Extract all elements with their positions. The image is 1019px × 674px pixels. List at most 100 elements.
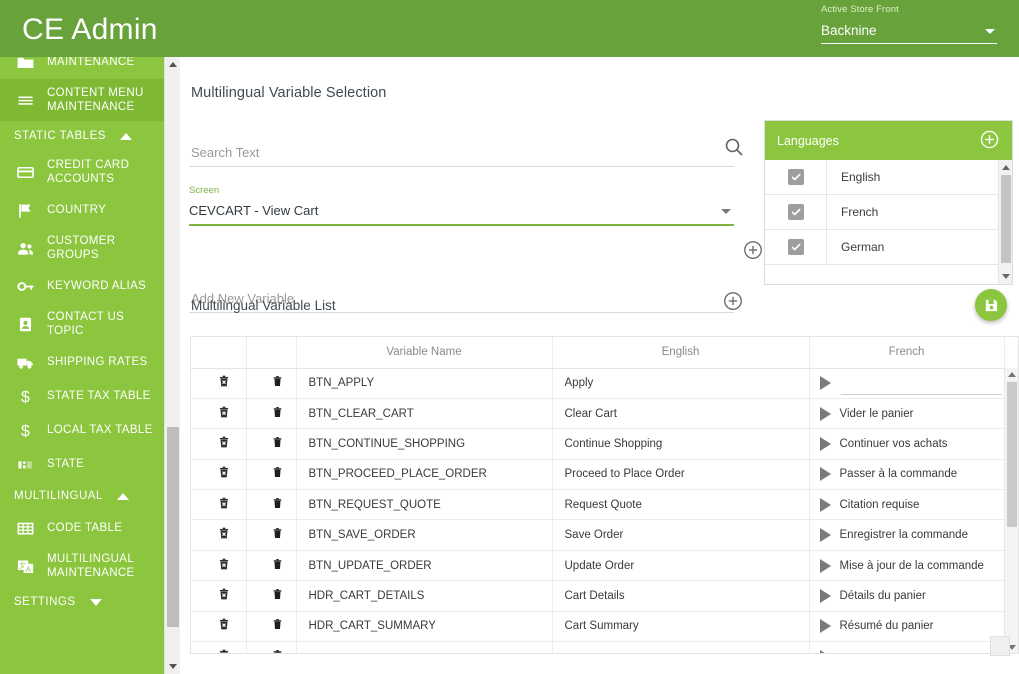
trash-clear-icon[interactable] <box>217 404 231 421</box>
french-value-cell[interactable] <box>809 641 1005 653</box>
table-row[interactable]: BTN_UPDATE_ORDER Update Order Mise à jour … <box>191 550 1005 582</box>
play-triangle-icon[interactable] <box>819 436 831 451</box>
active-store-front-control[interactable]: Active Store Front Backnine <box>821 4 997 44</box>
french-value-cell[interactable]: Enregistrer la commande <box>809 519 1005 551</box>
trash-icon[interactable] <box>271 434 284 451</box>
french-value-cell[interactable]: Continuer vos achats <box>809 428 1005 460</box>
sidebar-scrollbar[interactable] <box>164 57 180 674</box>
table-row[interactable]: BTN_CLEAR_CART Clear Cart Vider le panier <box>191 398 1005 430</box>
sidebar-item-state-tax-table[interactable]: $ STATE TAX TABLE <box>0 379 164 413</box>
table-row[interactable]: BTN_CONTINUE_SHOPPING Continue Shopping Co… <box>191 428 1005 460</box>
clear-variable-cell[interactable] <box>191 398 247 430</box>
trash-icon[interactable] <box>271 616 284 633</box>
table-row[interactable]: BTN_APPLY Apply <box>191 368 1005 399</box>
languages-scroll-thumb[interactable] <box>1001 175 1011 263</box>
clear-variable-cell[interactable] <box>191 580 247 612</box>
french-value-cell[interactable]: Citation requise <box>809 489 1005 521</box>
table-scroll-thumb[interactable] <box>1007 382 1017 527</box>
clear-variable-cell[interactable] <box>191 428 247 460</box>
add-screen-button[interactable] <box>742 239 764 266</box>
sidebar-item-contact-us-topic[interactable]: CONTACT US TOPIC <box>0 303 164 345</box>
trash-icon[interactable] <box>271 647 284 654</box>
languages-scrollbar[interactable] <box>998 160 1012 284</box>
english-value-cell[interactable]: Apply <box>552 368 810 399</box>
variable-name-cell[interactable]: BTN_CLEAR_CART <box>296 398 553 430</box>
variable-name-cell[interactable]: BTN_APPLY <box>296 368 553 399</box>
play-triangle-icon[interactable] <box>819 558 831 573</box>
clear-variable-cell[interactable] <box>191 641 247 654</box>
trash-clear-icon[interactable] <box>217 556 231 573</box>
english-value-cell[interactable]: Request Quote <box>552 489 810 521</box>
scroll-up-arrow-icon[interactable] <box>1002 165 1010 170</box>
delete-variable-cell[interactable] <box>246 398 297 430</box>
scroll-up-arrow-icon[interactable] <box>169 62 177 67</box>
trash-icon[interactable] <box>271 495 284 512</box>
english-value-cell[interactable]: Cart Details <box>552 580 810 612</box>
delete-variable-cell[interactable] <box>246 459 297 491</box>
col-header-english[interactable]: English <box>552 337 810 369</box>
checkbox-checked-icon[interactable] <box>787 204 804 220</box>
delete-variable-cell[interactable] <box>246 489 297 521</box>
delete-variable-cell[interactable] <box>246 611 297 643</box>
save-button[interactable] <box>975 289 1007 321</box>
col-header-variable-name[interactable]: Variable Name <box>296 337 553 369</box>
sidebar-item-multilingual-maintenance[interactable]: 文 A MULTILINGUAL MAINTENANCE <box>0 545 164 587</box>
trash-icon[interactable] <box>271 525 284 542</box>
search-button[interactable] <box>722 135 748 161</box>
delete-variable-cell[interactable] <box>246 550 297 582</box>
play-triangle-icon[interactable] <box>819 588 831 603</box>
trash-clear-icon[interactable] <box>217 616 231 633</box>
french-value-cell[interactable]: Résumé du panier <box>809 611 1005 643</box>
clear-variable-cell[interactable] <box>191 550 247 582</box>
left-navigation-sidebar[interactable]: MAINTENANCE CONTENT MENU MAINTENANCE STATI… <box>0 57 164 674</box>
language-row[interactable]: English <box>765 160 1012 195</box>
play-triangle-icon[interactable] <box>819 406 831 421</box>
english-value-cell[interactable]: Proceed to Place Order <box>552 459 810 491</box>
trash-clear-icon[interactable] <box>217 586 231 603</box>
trash-clear-icon[interactable] <box>217 647 231 654</box>
english-value-cell[interactable]: Continue Shopping <box>552 428 810 460</box>
col-header-french[interactable]: French <box>809 337 1005 369</box>
play-triangle-icon[interactable] <box>819 649 831 653</box>
english-value-cell[interactable]: Cart Summary <box>552 611 810 643</box>
trash-clear-icon[interactable] <box>217 434 231 451</box>
scroll-down-arrow-icon[interactable] <box>1002 274 1010 279</box>
language-row[interactable]: French <box>765 194 1012 230</box>
sidebar-section-settings[interactable]: SETTINGS <box>0 587 164 617</box>
french-value-cell[interactable]: Mise à jour de la commande <box>809 550 1005 582</box>
table-vertical-scrollbar[interactable] <box>1004 368 1018 653</box>
language-checkbox-cell[interactable] <box>765 160 827 195</box>
table-row[interactable]: BTN_SAVE_ORDER Save Order Enregistrer la c… <box>191 519 1005 551</box>
delete-variable-cell[interactable] <box>246 368 297 399</box>
variable-name-cell[interactable]: HDR_CART_DETAILS <box>296 580 553 612</box>
trash-icon[interactable] <box>271 464 284 481</box>
store-front-select[interactable]: Backnine <box>821 22 997 44</box>
sidebar-item-maintenance[interactable]: MAINTENANCE <box>0 57 164 79</box>
scroll-down-arrow-icon[interactable] <box>169 664 177 669</box>
language-checkbox-cell[interactable] <box>765 194 827 230</box>
sidebar-item-state[interactable]: STATE <box>0 447 164 481</box>
clear-variable-cell[interactable] <box>191 489 247 521</box>
language-row[interactable]: German <box>765 229 1012 265</box>
french-value-cell[interactable]: Passer à la commande <box>809 459 1005 491</box>
table-row[interactable]: HDR_CART_DETAILS Cart Details Détails du p… <box>191 580 1005 612</box>
sidebar-item-customer-groups[interactable]: CUSTOMER GROUPS <box>0 227 164 269</box>
clear-variable-cell[interactable] <box>191 519 247 551</box>
table-row[interactable]: BTN_REQUEST_QUOTE Request Quote Citation r… <box>191 489 1005 521</box>
play-triangle-icon[interactable] <box>819 528 831 543</box>
checkbox-checked-icon[interactable] <box>787 169 804 185</box>
checkbox-checked-icon[interactable] <box>787 239 804 255</box>
sidebar-item-code-table[interactable]: CODE TABLE <box>0 511 164 545</box>
scroll-up-arrow-icon[interactable] <box>1008 372 1016 377</box>
play-triangle-icon[interactable] <box>819 497 831 512</box>
french-value-cell[interactable]: Vider le panier <box>809 398 1005 430</box>
language-checkbox-cell[interactable] <box>765 229 827 265</box>
variable-name-cell[interactable]: BTN_PROCEED_PLACE_ORDER <box>296 459 553 491</box>
trash-clear-icon[interactable] <box>217 373 231 390</box>
screen-select[interactable]: CEVCART - View Cart <box>189 200 734 226</box>
english-value-cell[interactable] <box>552 641 810 653</box>
delete-variable-cell[interactable] <box>246 641 297 654</box>
variable-name-cell[interactable]: HDR_CART_SUMMARY <box>296 611 553 643</box>
variable-name-cell[interactable] <box>296 641 553 653</box>
english-value-cell[interactable]: Update Order <box>552 550 810 582</box>
